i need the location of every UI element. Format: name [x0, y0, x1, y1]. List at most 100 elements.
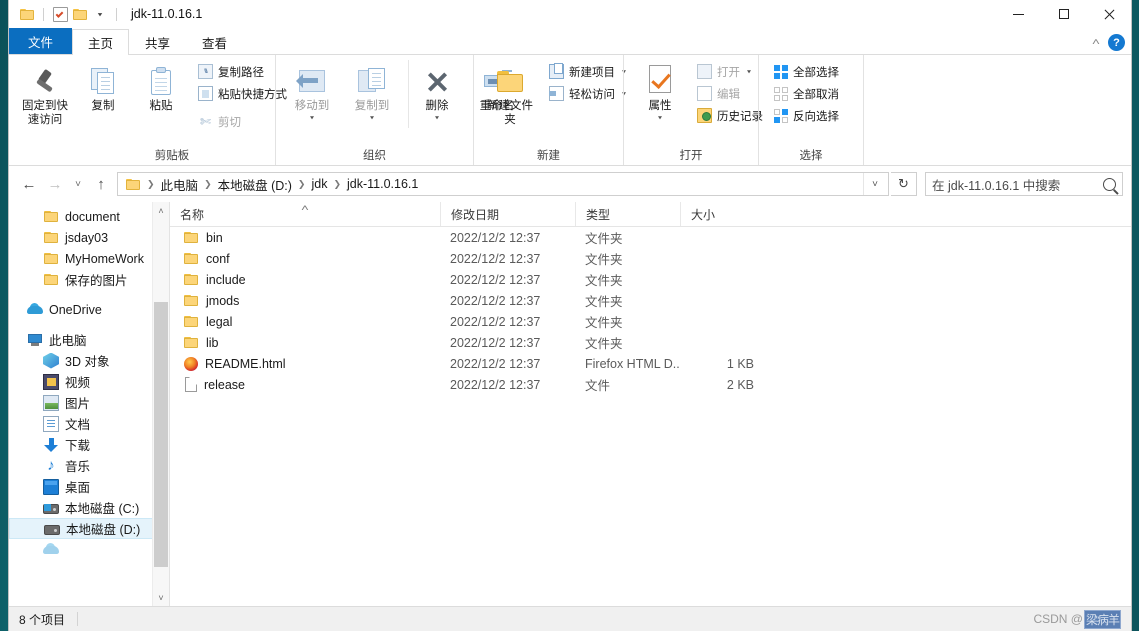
sidebar-item-label: 下载 [65, 439, 91, 453]
sidebar-item-music[interactable]: ♪ 音乐 [9, 455, 169, 476]
column-header-modified[interactable]: 修改日期 [440, 202, 575, 226]
breadcrumb-sep-1[interactable]: ❯ [202, 179, 214, 190]
close-button[interactable] [1086, 0, 1131, 28]
breadcrumb-item-local-disk-d[interactable]: 本地磁盘 (D:) [214, 175, 296, 194]
qat-customize-caret-icon[interactable]: ▾ [90, 4, 110, 24]
new-folder-button[interactable]: 新建文件夹 [482, 60, 538, 130]
breadcrumb-sep-2[interactable]: ❯ [296, 179, 308, 190]
table-row[interactable]: include 2022/12/2 12:37 文件夹 [170, 269, 1131, 290]
folder-icon [43, 230, 59, 246]
sidebar-item-documents[interactable]: 文档 [9, 413, 169, 434]
address-dropdown-button[interactable]: ˅ [863, 173, 886, 195]
table-row[interactable]: jmods 2022/12/2 12:37 文件夹 [170, 290, 1131, 311]
table-row[interactable]: release 2022/12/2 12:37 文件 2 KB [170, 374, 1131, 395]
breadcrumb-item-jdk[interactable]: jdk [307, 177, 331, 191]
easy-access-button[interactable]: 轻松访问 ▾ [546, 84, 629, 103]
file-name-cell[interactable]: legal [170, 314, 440, 330]
up-button[interactable]: ↑ [89, 172, 113, 196]
folder-icon [183, 314, 199, 330]
sidebar-item-onedrive[interactable]: OneDrive [9, 299, 169, 320]
select-all-button[interactable]: 全部选择 [771, 62, 842, 81]
folder-icon [183, 251, 199, 267]
sidebar-item-saved-pictures[interactable]: 保存的图片 [9, 269, 169, 290]
back-button[interactable]: ← [17, 172, 41, 196]
sidebar-item-partial[interactable] [9, 539, 169, 560]
delete-button[interactable]: 删除 ▾ [408, 60, 465, 128]
file-name-cell[interactable]: conf [170, 251, 440, 267]
scroll-down-arrow-icon[interactable]: ˅ [153, 589, 169, 606]
table-row[interactable]: bin 2022/12/2 12:37 文件夹 [170, 227, 1131, 248]
sidebar-item-this-pc[interactable]: 此电脑 [9, 329, 169, 350]
table-row[interactable]: legal 2022/12/2 12:37 文件夹 [170, 311, 1131, 332]
scroll-up-arrow-icon[interactable]: ˄ [153, 202, 169, 219]
column-header-size[interactable]: 大小 [680, 202, 768, 226]
column-header-name[interactable]: 名称 ˄ [170, 202, 440, 226]
sidebar-item-local-disk-d[interactable]: 本地磁盘 (D:) [9, 518, 169, 539]
delete-icon [423, 63, 451, 97]
open-button[interactable]: 打开 ▾ [694, 62, 766, 81]
table-row[interactable]: README.html 2022/12/2 12:37 Firefox HTML… [170, 353, 1131, 374]
copy-button[interactable]: 复制 [75, 60, 131, 116]
maximize-button[interactable] [1041, 0, 1086, 28]
sidebar-item-downloads[interactable]: 下载 [9, 434, 169, 455]
sidebar-item-myhomework[interactable]: MyHomeWork [9, 248, 169, 269]
sidebar-item-desktop[interactable]: 桌面 [9, 476, 169, 497]
move-to-caret-icon[interactable]: ▾ [310, 112, 314, 123]
sidebar-item-local-disk-c[interactable]: 本地磁盘 (C:) [9, 497, 169, 518]
column-header-type[interactable]: 类型 [575, 202, 680, 226]
refresh-button[interactable]: ↻ [891, 172, 917, 196]
scrollbar-thumb[interactable] [154, 302, 168, 567]
properties-button[interactable]: 属性 ▾ [632, 60, 688, 128]
delete-caret-icon[interactable]: ▾ [435, 112, 439, 123]
select-buttons: 全部选择 全部取消 反向选择 [771, 60, 842, 125]
breadcrumb-item-this-pc[interactable]: 此电脑 [157, 175, 203, 194]
select-none-button[interactable]: 全部取消 [771, 84, 842, 103]
sidebar-item-document[interactable]: document [9, 206, 169, 227]
table-row[interactable]: lib 2022/12/2 12:37 文件夹 [170, 332, 1131, 353]
sidebar-item-jsday03[interactable]: jsday03 [9, 227, 169, 248]
recent-locations-button[interactable]: ˅ [69, 172, 87, 196]
search-icon[interactable] [1103, 177, 1116, 191]
watermark-prefix: CSDN @ [1033, 612, 1083, 626]
file-name-cell[interactable]: jmods [170, 293, 440, 309]
copy-to-caret-icon[interactable]: ▾ [370, 112, 374, 123]
history-button[interactable]: 历史记录 [694, 106, 766, 125]
paste-button[interactable]: 粘贴 [133, 60, 189, 116]
tab-share[interactable]: 共享 [129, 29, 186, 54]
sidebar-item-pictures[interactable]: 图片 [9, 392, 169, 413]
minimize-button[interactable] [996, 0, 1041, 28]
delete-label: 删除 [425, 100, 449, 112]
qat-folder-icon[interactable] [17, 4, 37, 24]
new-item-button[interactable]: 新建项目 ▾ [546, 62, 629, 81]
edit-button[interactable]: 编辑 [694, 84, 766, 103]
select-none-icon [774, 86, 788, 101]
address-bar[interactable]: ❯ 此电脑 ❯ 本地磁盘 (D:) ❯ jdk ❯ jdk-11.0.16.1 … [117, 172, 889, 196]
file-name-cell[interactable]: release [170, 377, 440, 392]
breadcrumb-item-jdk-version[interactable]: jdk-11.0.16.1 [343, 177, 422, 191]
qat-properties-checkbox-icon[interactable] [50, 4, 70, 24]
file-name-cell[interactable]: include [170, 272, 440, 288]
open-caret-icon[interactable]: ▾ [747, 68, 751, 75]
search-box[interactable]: 在 jdk-11.0.16.1 中搜索 [925, 172, 1123, 196]
sidebar-item-3d-objects[interactable]: 3D 对象 [9, 350, 169, 371]
invert-selection-button[interactable]: 反向选择 [771, 106, 842, 125]
sidebar-item-videos[interactable]: 视频 [9, 371, 169, 392]
sidebar-scrollbar[interactable]: ˄ ˅ [152, 202, 169, 606]
file-name-cell[interactable]: bin [170, 230, 440, 246]
file-name-cell[interactable]: README.html [170, 356, 440, 371]
qat-new-folder-icon[interactable] [70, 4, 90, 24]
breadcrumb-sep-3[interactable]: ❯ [331, 179, 343, 190]
table-row[interactable]: conf 2022/12/2 12:37 文件夹 [170, 248, 1131, 269]
file-name-cell[interactable]: lib [170, 335, 440, 351]
collapse-ribbon-icon[interactable]: ˄ [1092, 37, 1100, 48]
move-to-button[interactable]: 移动到 ▾ [284, 60, 340, 128]
tab-home[interactable]: 主页 [72, 29, 130, 55]
tab-view[interactable]: 查看 [186, 29, 243, 54]
help-icon[interactable]: ? [1108, 34, 1125, 51]
copy-to-button[interactable]: 复制到 ▾ [344, 60, 400, 128]
pin-to-quick-access-button[interactable]: 固定到快速访问 [17, 60, 73, 130]
tab-file[interactable]: 文件 [9, 28, 73, 54]
documents-icon [43, 415, 59, 432]
forward-button[interactable]: → [43, 172, 67, 196]
properties-caret-icon[interactable]: ▾ [658, 112, 662, 123]
